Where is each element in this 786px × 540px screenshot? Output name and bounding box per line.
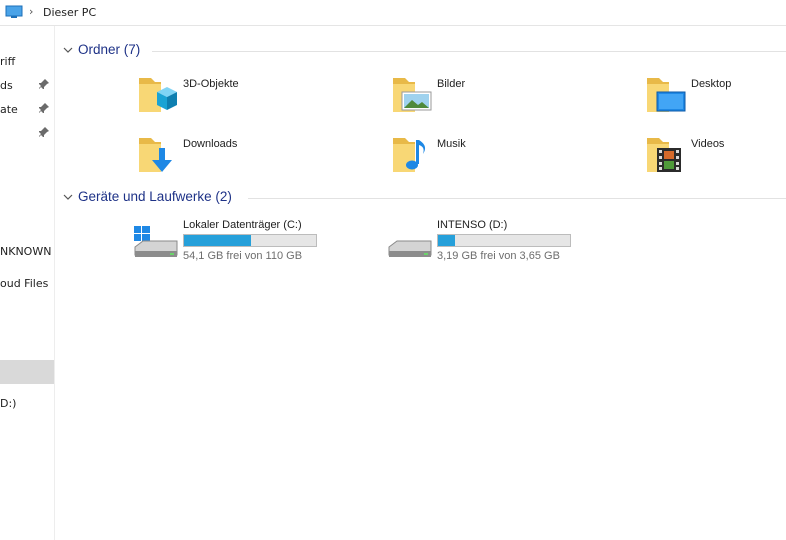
pin-icon — [39, 79, 49, 89]
music-folder-icon — [393, 138, 426, 172]
group-divider — [248, 198, 786, 199]
drive-name: Lokaler Datenträger (C:) — [183, 219, 302, 231]
folder-downloads[interactable]: Downloads — [137, 132, 387, 182]
folder-name: Desktop — [691, 78, 732, 90]
folder-3d-objects[interactable]: 3D-Objekte — [137, 72, 387, 122]
folder-name: Bilder — [437, 78, 466, 90]
group-header-folders[interactable]: Ordner (7) — [62, 42, 786, 60]
nav-item-label: oud Files — [0, 277, 49, 290]
group-title-drives: Geräte und Laufwerke (2) — [78, 189, 232, 204]
nav-item-downloads[interactable]: ds — [0, 75, 54, 97]
drive-usage-bar — [437, 234, 571, 247]
pin-icon — [39, 103, 49, 113]
pictures-folder-icon — [393, 78, 432, 112]
nav-item-label: ds — [0, 79, 13, 92]
nav-item-pictures[interactable] — [0, 123, 54, 145]
nav-item-unknown[interactable]: NKNOWN — [0, 241, 54, 263]
folder-name: Musik — [437, 138, 466, 150]
drive-usage-fill — [184, 235, 252, 246]
group-header-drives[interactable]: Geräte und Laufwerke (2) — [62, 189, 786, 207]
address-bar[interactable]: › Dieser PC — [0, 0, 786, 26]
downloads-folder-icon — [139, 138, 172, 172]
navigation-pane[interactable]: riff ds ate NKNOWN oud Files D:) — [0, 26, 55, 540]
pin-icon — [39, 127, 49, 137]
3d-objects-folder-icon — [139, 78, 177, 112]
breadcrumb-chevron-icon: › — [29, 5, 34, 18]
folder-name: 3D-Objekte — [183, 78, 239, 90]
drive-name: INTENSO (D:) — [437, 219, 508, 231]
folder-pictures[interactable]: Bilder — [391, 72, 641, 122]
nav-item-cloud-files[interactable]: oud Files — [0, 273, 54, 295]
drive-free-space: 54,1 GB frei von 110 GB — [183, 250, 303, 262]
drive-usage-fill — [438, 235, 456, 246]
folder-name: Videos — [691, 138, 725, 150]
folder-music[interactable]: Musik — [391, 132, 641, 182]
nav-item-label: riff — [0, 55, 16, 68]
folder-videos[interactable]: Videos — [645, 132, 786, 182]
group-divider — [152, 51, 786, 52]
chevron-down-icon — [63, 194, 73, 200]
this-pc-icon — [5, 5, 23, 18]
nav-item-drive-d[interactable]: D:) — [0, 393, 54, 415]
folder-desktop[interactable]: Desktop — [645, 72, 786, 122]
drive-c[interactable]: Lokaler Datenträger (C:) 54,1 GB frei vo… — [133, 219, 353, 267]
drive-d[interactable]: INTENSO (D:) 3,19 GB frei von 3,65 GB — [387, 219, 607, 267]
videos-folder-icon — [647, 138, 681, 172]
drive-usage-bar — [183, 234, 317, 247]
nav-item-quick-access[interactable]: riff — [0, 51, 54, 73]
usb-drive-icon — [388, 240, 432, 257]
windows-drive-icon — [134, 226, 178, 257]
chevron-down-icon — [63, 47, 73, 53]
nav-item-label: NKNOWN — [0, 245, 52, 258]
nav-item-label: ate — [0, 103, 18, 116]
folder-name: Downloads — [183, 138, 238, 150]
nav-item-this-pc[interactable] — [0, 360, 54, 384]
group-title-folders: Ordner (7) — [78, 42, 141, 57]
desktop-folder-icon — [647, 78, 686, 112]
breadcrumb-this-pc[interactable]: Dieser PC — [43, 6, 96, 19]
nav-item-documents[interactable]: ate — [0, 99, 54, 121]
nav-item-label: D:) — [0, 397, 17, 410]
drive-free-space: 3,19 GB frei von 3,65 GB — [437, 250, 560, 262]
